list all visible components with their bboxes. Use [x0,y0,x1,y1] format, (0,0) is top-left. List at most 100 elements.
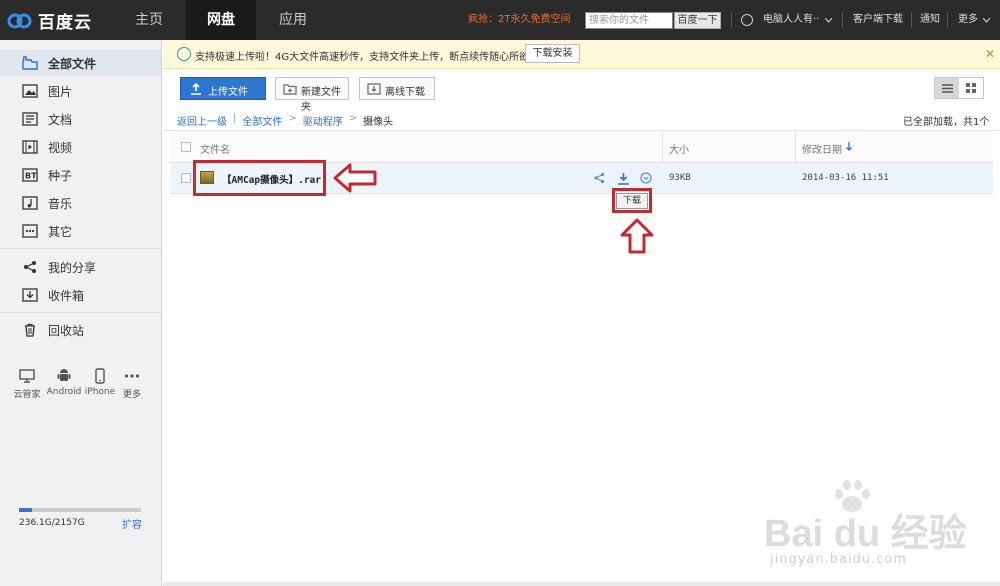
breadcrumb-separator: | [233,113,237,124]
column-header-size[interactable]: 大小 [669,141,689,156]
breadcrumb-separator: > [288,113,297,124]
annotation-highlight-download [612,188,652,213]
divider [795,131,796,163]
chevron-down-icon[interactable] [983,18,990,23]
close-icon[interactable]: ✕ [985,47,995,61]
sidebar-item-label: 视频 [48,140,73,155]
upload-label: 上传文件 [208,87,248,98]
search-button[interactable]: 百度一下 [674,12,721,29]
device-label: 更多 [122,390,141,400]
breadcrumb-item[interactable]: 驱动程序 [303,113,343,128]
sidebar-item-label: 其它 [48,224,73,239]
annotation-left-arrow-icon [333,163,377,193]
sidebar-item-inbox[interactable]: 收件箱 [0,282,161,308]
device-cloud-manager[interactable]: 云管家 [7,368,47,400]
divider [911,12,912,28]
sidebar-item-torrents[interactable]: BT 种子 [0,162,161,188]
chevron-down-icon[interactable] [825,18,832,23]
sidebar-item-documents[interactable]: 文档 [0,106,161,132]
file-count: 已全部加载，共1个 [903,117,990,128]
more-options-icon[interactable] [639,171,653,185]
sidebar-item-label: 种子 [48,168,73,183]
sidebar: 全部文件 图片 文档 视频 BT 种子 音乐 其它 我的分享 收件箱 回收站 云… [0,40,162,586]
notice-banner: 支持极速上传啦！4G大文件高速秒传，支持文件夹上传，断点续传随心所欲！ 下载安装… [163,40,1000,69]
row-checkbox[interactable] [181,173,191,183]
view-toggle [934,77,984,99]
sidebar-item-videos[interactable]: 视频 [0,134,161,160]
inbox-icon [22,288,38,302]
breadcrumb-current: 摄像头 [363,117,394,128]
list-view-icon[interactable] [935,78,959,98]
notifications-link[interactable]: 通知 [920,0,940,40]
storage-progress-fill [19,508,33,512]
share-icon[interactable] [592,171,606,185]
svg-text:BT: BT [25,172,37,181]
divider [731,12,732,28]
video-icon [22,140,38,154]
file-modified-date: 2014-03-16 11:51 [802,173,889,183]
offline-download-icon [367,83,381,98]
watermark-logo: Bai du 经验 [764,513,967,555]
brand-logo[interactable]: 百度云 [6,8,106,33]
sidebar-item-label: 收件箱 [48,288,85,303]
more-menu[interactable]: 更多 [958,0,978,40]
sidebar-item-music[interactable]: 音乐 [0,190,161,216]
download-icon[interactable] [616,171,630,185]
client-download-link[interactable]: 客户端下载 [853,0,903,40]
offline-download-label: 离线下载 [385,87,425,98]
new-folder-button[interactable]: 新建文件夹 [275,77,349,113]
trash-icon [22,323,38,337]
select-all-checkbox[interactable] [181,142,191,152]
download-install-button[interactable]: 下载安装 [525,44,580,63]
user-menu[interactable]: 电脑人人有·· [763,0,819,40]
sidebar-item-label: 音乐 [48,196,73,211]
sidebar-item-my-shares[interactable]: 我的分享 [0,254,161,280]
annotation-up-arrow-icon [620,218,654,254]
divider [0,312,161,313]
device-android[interactable]: Android [44,368,84,397]
file-size: 93KB [669,173,691,183]
sidebar-item-label: 图片 [48,84,73,99]
notice-text: 支持极速上传啦！4G大文件高速秒传，支持文件夹上传，断点续传随心所欲！ [195,52,540,63]
nav-apps[interactable]: 应用 [262,0,324,40]
top-navigation-bar: 百度云 主页 网盘 应用 疯抢：2T永久免费空间 搜索你的文件 百度一下 电脑人… [0,0,1000,40]
storage-progress-bar [19,508,141,512]
storage-usage-text: 236.1G/2157G [19,518,85,528]
monitor-icon [7,368,47,384]
back-link[interactable]: 返回上一级 [177,113,227,128]
device-label: 云管家 [13,390,41,400]
sidebar-item-recycle-bin[interactable]: 回收站 [0,317,161,343]
nav-netdisk[interactable]: 网盘 [186,0,256,40]
breadcrumb-item[interactable]: 全部文件 [242,113,282,128]
sidebar-item-other[interactable]: 其它 [0,218,161,244]
upload-icon [190,82,202,98]
sidebar-item-label: 文档 [48,112,73,127]
promo-link[interactable]: 疯抢：2T永久免费空间 [468,0,570,40]
sidebar-item-label: 全部文件 [48,56,97,71]
sort-down-icon[interactable] [846,142,852,151]
dots-icon [112,368,152,384]
offline-download-button[interactable]: 离线下载 [359,77,435,100]
grid-view-icon[interactable] [959,78,983,98]
device-label: Android [46,387,82,397]
breadcrumb: 返回上一级 | 全部文件 > 驱动程序 > 摄像头 [177,113,393,128]
document-icon [22,112,38,126]
sidebar-item-label: 回收站 [48,323,85,338]
column-header-name[interactable]: 文件名 [200,141,230,156]
nav-home[interactable]: 主页 [118,0,180,40]
sidebar-item-all-files[interactable]: 全部文件 [0,50,161,76]
upload-file-button[interactable]: 上传文件 [180,77,266,100]
annotation-highlight-filename [193,160,326,196]
column-header-date[interactable]: 修改日期 [802,141,842,156]
watermark-url: jingyan.baidu.com [770,552,907,567]
sidebar-item-images[interactable]: 图片 [0,78,161,104]
expand-storage-link[interactable]: 扩容 [122,516,142,531]
share-icon [22,260,38,274]
brand-name: 百度云 [38,12,92,33]
android-icon [44,368,84,384]
device-more[interactable]: 更多 [112,368,152,400]
search-input[interactable]: 搜索你的文件 [585,12,673,29]
new-folder-label: 新建文件夹 [301,87,341,113]
folder-icon [22,56,38,70]
new-folder-icon [283,83,297,98]
